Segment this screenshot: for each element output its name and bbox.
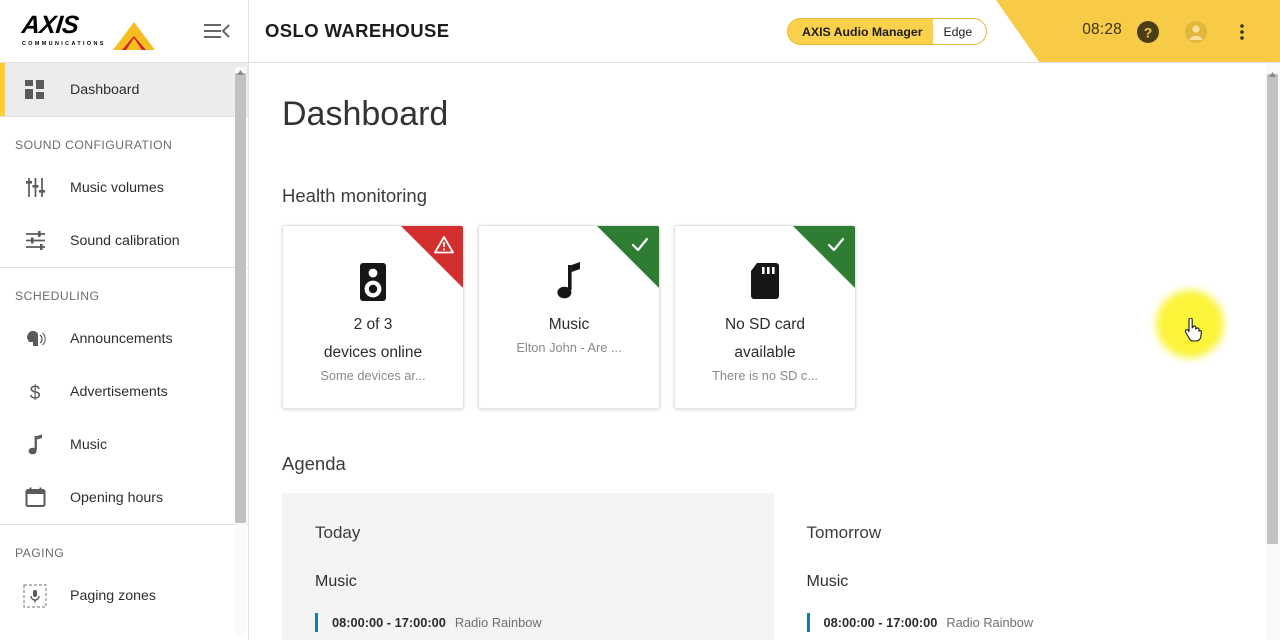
agenda-column-tomorrow: Tomorrow Music 08:00:00 - 17:00:00 Radio… [773, 493, 1266, 640]
sidebar-item-advertisements[interactable]: $ Advertisements [0, 365, 248, 418]
agenda-panel: Today Music 08:00:00 - 17:00:00 Radio Ra… [282, 493, 1265, 640]
sidebar-item-label: Music volumes [70, 179, 164, 196]
health-card-subtitle: Some devices ar... [320, 368, 426, 383]
svg-text:$: $ [30, 383, 41, 403]
agenda-entry-marker [315, 613, 318, 632]
axis-wordmark: AXIS [20, 11, 80, 39]
agenda-title: Agenda [282, 453, 346, 474]
sidebar-item-label: Paging zones [70, 587, 156, 604]
agenda-entry-time: 08:00:00 - 17:00:00 [332, 615, 446, 630]
health-card-subtitle: Elton John - Are ... [516, 340, 622, 355]
sidebar-item-music[interactable]: Music [0, 418, 248, 471]
agenda-entry-marker [806, 613, 810, 632]
sidebar-item-music-volumes[interactable]: Music volumes [0, 161, 248, 214]
sd-card-icon [675, 262, 855, 300]
product-badge-secondary: Edge [933, 19, 987, 44]
page-title: Dashboard [282, 95, 449, 133]
health-card-title: Music [487, 311, 651, 339]
agenda-entry[interactable]: 08:00:00 - 17:00:00 Radio Rainbow [315, 613, 774, 632]
agenda-category-label: Music [315, 573, 357, 590]
sliders-vertical-icon [22, 175, 48, 201]
check-icon [629, 234, 651, 256]
check-icon [825, 234, 847, 256]
axis-triangle-icon [113, 22, 155, 50]
agenda-day-label: Today [315, 523, 361, 542]
microphone-icon [22, 583, 48, 609]
product-badge[interactable]: AXIS Audio Manager Edge [787, 18, 988, 45]
help-icon[interactable]: ? [1133, 17, 1163, 47]
agenda-category-label: Music [806, 573, 849, 590]
sidebar-item-label: Opening hours [70, 489, 164, 506]
sidebar-item-paging-zones[interactable]: Paging zones [0, 569, 248, 622]
product-badge-primary: AXIS Audio Manager [802, 24, 923, 39]
agenda-entry[interactable]: 08:00:00 - 17:00:00 Radio Rainbow [806, 613, 1266, 632]
sidebar-item-dashboard[interactable]: Dashboard [0, 63, 248, 116]
agenda-day-label: Tomorrow [806, 523, 882, 542]
health-card-subtitle: There is no SD c... [712, 368, 818, 383]
calendar-icon [22, 485, 48, 511]
health-card-title-line2: available [734, 344, 796, 361]
dollar-icon: $ [22, 379, 48, 405]
sidebar-group-scheduling: SCHEDULING [15, 289, 100, 303]
top-header-bar: AXIS COMMUNICATIONS OSLO WAREHOUSE AXIS … [0, 0, 1280, 63]
dashboard-icon [22, 77, 48, 103]
sidebar-item-label: Dashboard [70, 81, 140, 98]
scroll-up-arrow-icon[interactable] [1268, 66, 1277, 77]
speaker-icon [283, 262, 463, 302]
sidebar-nav: Dashboard SOUND CONFIGURATION Music volu… [0, 63, 249, 640]
music-note-icon [479, 262, 659, 302]
sliders-horizontal-icon [22, 228, 48, 254]
health-card-title: 2 of 3 devices online [291, 311, 455, 367]
agenda-entry-time: 08:00:00 - 17:00:00 [823, 615, 938, 630]
health-card-devices[interactable]: 2 of 3 devices online Some devices ar... [282, 225, 464, 409]
agenda-entry-name: Radio Rainbow [454, 615, 542, 630]
sidebar-group-sound-configuration: SOUND CONFIGURATION [15, 138, 173, 152]
more-vertical-icon[interactable] [1231, 17, 1253, 47]
agenda-entry-name: Radio Rainbow [946, 615, 1034, 630]
svg-text:?: ? [1144, 25, 1153, 41]
sidebar-group-paging: PAGING [15, 546, 65, 560]
health-card-title-line1: No SD card [724, 316, 806, 333]
health-monitoring-title: Health monitoring [282, 185, 427, 206]
health-card-title-line1: Music [548, 316, 590, 333]
account-icon[interactable] [1181, 17, 1211, 47]
health-card-list: 2 of 3 devices online Some devices ar... [282, 225, 856, 409]
health-card-title-line2: devices online [323, 344, 423, 361]
sidebar-item-label: Sound calibration [70, 232, 180, 249]
sidebar-item-label: Advertisements [70, 383, 168, 400]
sidebar-scrollbar-thumb[interactable] [235, 73, 246, 523]
clock-display: 08:28 [1082, 21, 1122, 38]
site-title: OSLO WAREHOUSE [265, 20, 450, 41]
axis-logo: AXIS COMMUNICATIONS [20, 11, 155, 50]
main-scrollbar-thumb[interactable] [1267, 74, 1278, 544]
sidebar-item-announcements[interactable]: Announcements [0, 312, 248, 365]
sidebar-item-opening-hours[interactable]: Opening hours [0, 471, 248, 524]
warning-triangle-icon [433, 234, 455, 256]
sidebar-item-label: Announcements [70, 330, 173, 347]
health-card-title-line1: 2 of 3 [353, 316, 393, 333]
health-card-sd[interactable]: No SD card available There is no SD c... [674, 225, 856, 409]
sidebar-item-sound-calibration[interactable]: Sound calibration [0, 214, 248, 267]
sidebar-item-label: Music [70, 436, 108, 453]
music-note-icon [22, 432, 48, 458]
health-card-music[interactable]: Music Elton John - Are ... [478, 225, 660, 409]
health-card-title: No SD card available [683, 311, 847, 367]
scroll-up-arrow-icon[interactable] [236, 64, 245, 75]
menu-collapse-icon[interactable] [203, 19, 231, 43]
speaking-head-icon [22, 326, 48, 352]
agenda-column-today: Today Music 08:00:00 - 17:00:00 Radio Ra… [282, 493, 774, 640]
main-content: Dashboard Health monitoring 2 of 3 devic… [250, 63, 1265, 640]
